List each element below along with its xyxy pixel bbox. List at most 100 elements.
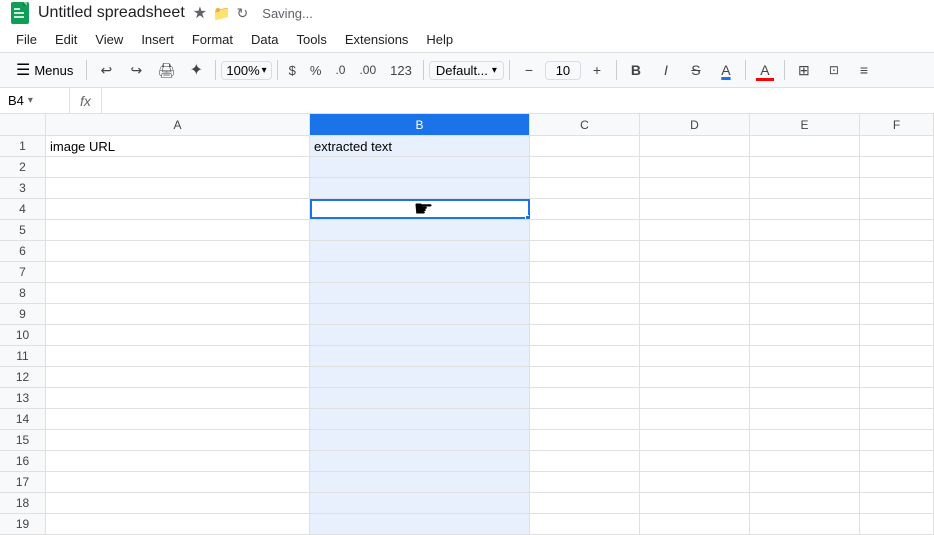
col-header-b[interactable]: B: [310, 114, 530, 135]
cell-B6[interactable]: [310, 241, 530, 261]
cell-F8[interactable]: [860, 283, 934, 303]
cell-E5[interactable]: [750, 220, 860, 240]
cell-E3[interactable]: [750, 178, 860, 198]
cell-E12[interactable]: [750, 367, 860, 387]
cell-B13[interactable]: [310, 388, 530, 408]
fill-handle[interactable]: [525, 215, 530, 219]
cell-D13[interactable]: [640, 388, 750, 408]
cell-E18[interactable]: [750, 493, 860, 513]
row-num-1[interactable]: 1: [0, 136, 46, 156]
menu-format[interactable]: Format: [184, 30, 241, 49]
font-family-selector[interactable]: Default... ▾: [429, 61, 504, 80]
cell-D15[interactable]: [640, 430, 750, 450]
cell-F3[interactable]: [860, 178, 934, 198]
cell-C2[interactable]: [530, 157, 640, 177]
cell-B17[interactable]: [310, 472, 530, 492]
cell-C11[interactable]: [530, 346, 640, 366]
cell-F5[interactable]: [860, 220, 934, 240]
cell-B2[interactable]: [310, 157, 530, 177]
cell-D2[interactable]: [640, 157, 750, 177]
merge-button[interactable]: ⊡: [820, 56, 848, 84]
cell-D9[interactable]: [640, 304, 750, 324]
cell-A4[interactable]: [46, 199, 310, 219]
cell-B8[interactable]: [310, 283, 530, 303]
cell-F15[interactable]: [860, 430, 934, 450]
row-num-11[interactable]: 11: [0, 346, 46, 366]
cell-F4[interactable]: [860, 199, 934, 219]
percent-button[interactable]: %: [304, 61, 328, 80]
cell-F12[interactable]: [860, 367, 934, 387]
cell-C17[interactable]: [530, 472, 640, 492]
col-header-e[interactable]: E: [750, 114, 860, 135]
cell-E9[interactable]: [750, 304, 860, 324]
cell-C14[interactable]: [530, 409, 640, 429]
num-format-button[interactable]: 123: [384, 61, 418, 80]
row-num-16[interactable]: 16: [0, 451, 46, 471]
italic-button[interactable]: I: [652, 56, 680, 84]
col-header-c[interactable]: C: [530, 114, 640, 135]
document-title[interactable]: Untitled spreadsheet: [38, 4, 185, 22]
cell-A2[interactable]: [46, 157, 310, 177]
cell-C5[interactable]: [530, 220, 640, 240]
row-num-7[interactable]: 7: [0, 262, 46, 282]
cell-A9[interactable]: [46, 304, 310, 324]
cell-D6[interactable]: [640, 241, 750, 261]
zoom-selector[interactable]: 100% ▾: [221, 61, 271, 80]
cell-B14[interactable]: [310, 409, 530, 429]
row-num-6[interactable]: 6: [0, 241, 46, 261]
cell-C15[interactable]: [530, 430, 640, 450]
row-num-19[interactable]: 19: [0, 514, 46, 534]
cell-C12[interactable]: [530, 367, 640, 387]
cell-D10[interactable]: [640, 325, 750, 345]
drive-icon[interactable]: 📁: [213, 5, 230, 22]
cell-E14[interactable]: [750, 409, 860, 429]
menu-file[interactable]: File: [8, 30, 45, 49]
cell-E1[interactable]: [750, 136, 860, 156]
row-num-3[interactable]: 3: [0, 178, 46, 198]
cell-A1[interactable]: image URL: [46, 136, 310, 156]
cell-A12[interactable]: [46, 367, 310, 387]
cell-C6[interactable]: [530, 241, 640, 261]
cell-B18[interactable]: [310, 493, 530, 513]
bold-button[interactable]: B: [622, 56, 650, 84]
row-num-5[interactable]: 5: [0, 220, 46, 240]
cell-B15[interactable]: [310, 430, 530, 450]
col-header-a[interactable]: A: [46, 114, 310, 135]
cell-E4[interactable]: [750, 199, 860, 219]
sync-icon[interactable]: ↻: [237, 5, 249, 22]
cell-B16[interactable]: [310, 451, 530, 471]
cell-D7[interactable]: [640, 262, 750, 282]
menu-help[interactable]: Help: [418, 30, 461, 49]
menu-extensions[interactable]: Extensions: [337, 30, 417, 49]
cell-A7[interactable]: [46, 262, 310, 282]
cell-A15[interactable]: [46, 430, 310, 450]
cell-D5[interactable]: [640, 220, 750, 240]
formula-input[interactable]: [102, 93, 934, 108]
cell-C18[interactable]: [530, 493, 640, 513]
cell-D3[interactable]: [640, 178, 750, 198]
cell-C8[interactable]: [530, 283, 640, 303]
cell-A8[interactable]: [46, 283, 310, 303]
row-num-15[interactable]: 15: [0, 430, 46, 450]
cell-E8[interactable]: [750, 283, 860, 303]
row-num-18[interactable]: 18: [0, 493, 46, 513]
cell-A16[interactable]: [46, 451, 310, 471]
cell-E10[interactable]: [750, 325, 860, 345]
cell-A6[interactable]: [46, 241, 310, 261]
cell-C9[interactable]: [530, 304, 640, 324]
cell-B10[interactable]: [310, 325, 530, 345]
cell-D12[interactable]: [640, 367, 750, 387]
cell-D14[interactable]: [640, 409, 750, 429]
cell-E6[interactable]: [750, 241, 860, 261]
fill-color-button[interactable]: A: [751, 56, 779, 84]
cell-D16[interactable]: [640, 451, 750, 471]
cell-C4[interactable]: [530, 199, 640, 219]
strikethrough-button[interactable]: S: [682, 56, 710, 84]
cell-A13[interactable]: [46, 388, 310, 408]
col-header-f[interactable]: F: [860, 114, 934, 135]
menu-tools[interactable]: Tools: [288, 30, 334, 49]
cell-D1[interactable]: [640, 136, 750, 156]
cell-F13[interactable]: [860, 388, 934, 408]
cell-A19[interactable]: [46, 514, 310, 534]
star-icon[interactable]: ★: [193, 3, 207, 23]
